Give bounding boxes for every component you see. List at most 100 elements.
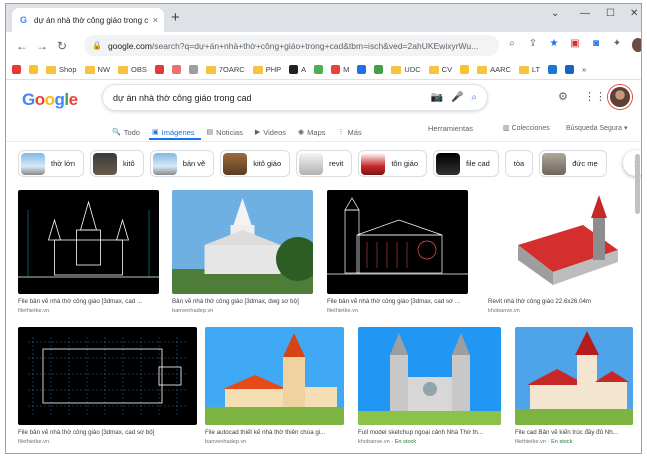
tab-maps[interactable]: ◉ Maps <box>298 128 325 137</box>
bookmark-star-icon[interactable]: ★ <box>548 38 560 55</box>
camera-icon[interactable]: 📷 <box>430 92 442 103</box>
bookmark-item[interactable]: 7OARC <box>205 65 245 74</box>
bookmark-item[interactable] <box>154 65 164 74</box>
bookmark-item[interactable] <box>314 65 324 74</box>
image-result[interactable]: File bản vẽ nhà thờ công giáo [3dmax, ca… <box>18 327 197 445</box>
folder-icon <box>518 65 529 74</box>
tools-button[interactable]: Herramientas <box>428 124 473 133</box>
result-caption[interactable]: File autocad thiết kế nhà thờ thiên chúa… <box>205 429 344 436</box>
search-box[interactable]: dự án nhà thờ công giáo trong cad 📷 🎤 ⌕ <box>102 84 488 111</box>
image-result[interactable]: Full model sketchup ngoại cảnh Nhà Thờ t… <box>358 327 501 445</box>
result-caption[interactable]: File cad Bản vẽ kiến trúc đầy đủ Nh... <box>515 429 633 436</box>
result-caption[interactable]: Revit nhà thờ công giáo 22.6x26.04m <box>488 298 629 305</box>
bookmark-favicon-icon <box>29 65 38 74</box>
browser-tab[interactable]: G dự án nhà thờ công giáo trong c × <box>12 8 164 32</box>
address-bar[interactable]: 🔒 google.com/search?q=dự+án+nhà+thờ+công… <box>84 35 499 56</box>
image-result[interactable]: File cad Bản vẽ kiến trúc đầy đủ Nh... fi… <box>515 327 633 445</box>
google-logo[interactable]: Google <box>22 90 78 110</box>
result-thumbnail[interactable] <box>172 190 313 294</box>
bookmark-item[interactable] <box>171 65 181 74</box>
result-caption[interactable]: File bản vẽ nhà thờ công giáo [3dmax, ca… <box>18 429 197 436</box>
related-chip[interactable]: tòa <box>504 150 534 177</box>
bookmark-item[interactable]: LT <box>518 65 540 74</box>
tab-noticias[interactable]: ▤ Noticias <box>207 128 243 137</box>
close-window-button[interactable]: ✕ <box>630 8 638 19</box>
bookmark-favicon-icon <box>188 65 198 74</box>
tab-search-icon[interactable]: ⌄ <box>551 8 559 19</box>
result-thumbnail[interactable] <box>515 327 633 425</box>
maximize-button[interactable]: ☐ <box>606 8 615 19</box>
result-source: khobanve.vn <box>488 308 520 314</box>
result-thumbnail[interactable] <box>358 327 501 425</box>
bookmark-item[interactable] <box>188 65 198 74</box>
related-chip[interactable]: kitô <box>90 150 144 177</box>
account-avatar[interactable] <box>608 85 632 109</box>
tab-imágenes[interactable]: ▣ Imágenes <box>152 128 195 137</box>
scrollbar[interactable] <box>635 154 640 214</box>
bookmark-item[interactable]: Shop <box>46 65 77 74</box>
profile-avatar[interactable] <box>632 38 641 55</box>
related-chip[interactable]: thờ lớn <box>18 150 85 177</box>
browser-window: G dự án nhà thờ công giáo trong c × + ⌄ … <box>5 3 642 454</box>
bookmark-item[interactable]: PHP <box>252 65 281 74</box>
back-arrow-icon[interactable]: ← <box>12 39 32 53</box>
new-tab-button[interactable]: + <box>171 10 180 26</box>
search-icon[interactable]: ⌕ <box>471 92 477 103</box>
related-chip[interactable]: bản vẽ <box>149 150 215 177</box>
extension-blue-icon[interactable]: ◙ <box>590 38 602 55</box>
bookmark-item[interactable]: UDC <box>391 65 421 74</box>
collections-link[interactable]: ▥ Colecciones <box>503 124 550 132</box>
tab-más[interactable]: ⋮ Más <box>338 128 362 137</box>
bookmark-item[interactable] <box>357 65 367 74</box>
image-result[interactable]: Bản vẽ nhà thờ công giáo [3dmax, dwg sơ … <box>172 190 313 314</box>
bookmark-item[interactable]: OBS <box>118 65 147 74</box>
related-chip[interactable]: đức mẹ <box>539 150 607 177</box>
bookmark-item[interactable] <box>460 65 470 74</box>
result-thumbnail[interactable] <box>18 327 197 425</box>
search-query[interactable]: dự án nhà thờ công giáo trong cad <box>113 93 430 103</box>
settings-gear-icon[interactable]: ⚙ <box>558 90 568 103</box>
bookmark-item[interactable] <box>29 65 38 74</box>
share-icon[interactable]: ⇪ <box>527 38 539 55</box>
result-caption[interactable]: Full model sketchup ngoại cảnh Nhà Thờ t… <box>358 429 501 436</box>
result-caption[interactable]: File bản vẽ nhà thờ công giáo [3dmax, ca… <box>18 298 159 305</box>
bookmark-item[interactable]: M <box>331 65 349 74</box>
result-thumbnail[interactable] <box>488 190 629 294</box>
bookmark-item[interactable] <box>374 65 384 74</box>
bookmark-item[interactable]: NW <box>84 65 110 74</box>
bookmark-favicon-icon <box>171 65 181 74</box>
bookmark-item[interactable]: CV <box>428 65 452 74</box>
related-chip[interactable]: file cad <box>433 150 499 177</box>
result-thumbnail[interactable] <box>327 190 468 294</box>
result-caption[interactable]: File bản vẽ nhà thờ công giáo [3dmax, ca… <box>327 298 468 305</box>
related-chip[interactable]: kitô giáo <box>220 150 291 177</box>
result-thumbnail[interactable] <box>205 327 344 425</box>
bookmark-item[interactable] <box>12 65 21 74</box>
related-chip[interactable]: revit <box>296 150 353 177</box>
bookmark-item[interactable]: A <box>289 65 306 74</box>
extensions-puzzle-icon[interactable]: ✦ <box>611 38 623 55</box>
extension-red-icon[interactable]: ▣ <box>569 38 581 55</box>
related-chip[interactable]: tôn giáo <box>358 150 428 177</box>
result-caption[interactable]: Bản vẽ nhà thờ công giáo [3dmax, dwg sơ … <box>172 298 313 305</box>
tab-videos[interactable]: ▶ Videos <box>255 128 286 137</box>
search-lens-icon[interactable]: ⌕ <box>506 38 518 55</box>
bookmark-item[interactable]: AARC <box>477 65 511 74</box>
image-result[interactable]: File bản vẽ nhà thờ công giáo [3dmax, ca… <box>18 190 159 314</box>
image-result[interactable]: File autocad thiết kế nhà thờ thiên chúa… <box>205 327 344 445</box>
image-result[interactable]: Revit nhà thờ công giáo 22.6x26.04m khoba… <box>488 190 629 314</box>
bookmark-item[interactable]: » <box>582 65 586 74</box>
image-result[interactable]: File bản vẽ nhà thờ công giáo [3dmax, ca… <box>327 190 468 314</box>
browser-toolbar: ← → ↻ 🔒 google.com/search?q=dự+án+nhà+th… <box>6 32 641 60</box>
tab-close-icon[interactable]: × <box>153 15 158 25</box>
reload-icon[interactable]: ↻ <box>52 39 72 53</box>
bookmark-item[interactable] <box>548 65 558 74</box>
result-thumbnail[interactable] <box>18 190 159 294</box>
forward-arrow-icon[interactable]: → <box>32 39 52 53</box>
bookmark-item[interactable] <box>565 65 575 74</box>
mic-icon[interactable]: 🎤 <box>451 92 463 103</box>
safe-search-dropdown[interactable]: Búsqueda Segura ▾ <box>566 124 628 132</box>
tab-todo[interactable]: 🔍 Todo <box>112 128 140 137</box>
minimize-button[interactable]: — <box>580 8 590 19</box>
apps-grid-icon[interactable]: ⋮⋮ <box>584 90 606 103</box>
